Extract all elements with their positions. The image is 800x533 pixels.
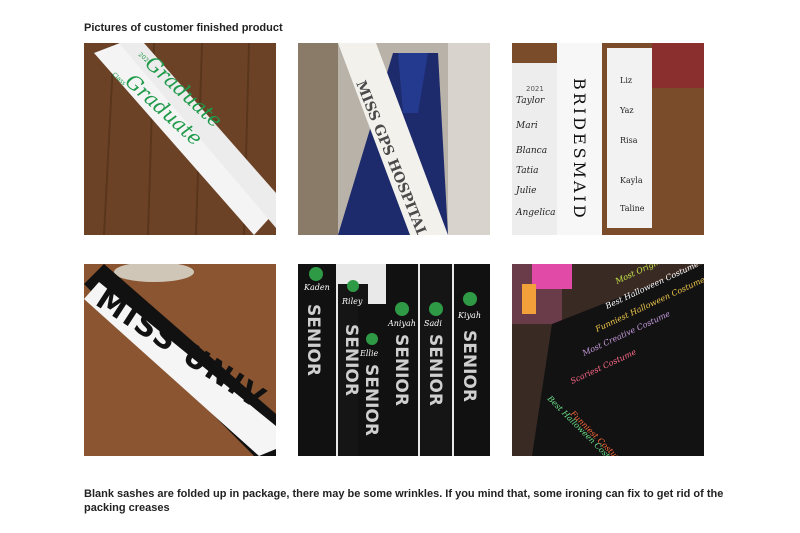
bridesmaid-name-2: Mari [515, 121, 538, 131]
bridesmaid-name-5: Julie [514, 186, 537, 196]
senior-name-4: Aniyah [387, 319, 416, 328]
senior-text-2: SENIOR [341, 324, 361, 396]
bridesmaid-name-4: Tatia [516, 166, 539, 176]
senior-text-3: SENIOR [361, 364, 381, 436]
bridesmaid-side-name-5: Taline [620, 204, 645, 213]
miss-universe-sash-image: MISS UNIV [84, 264, 276, 456]
senior-text-6: SENIOR [459, 330, 479, 402]
senior-name-5: Sadi [424, 319, 442, 328]
bridesmaid-side-name-4: Kayla [620, 176, 643, 185]
section-heading: Pictures of customer finished product [84, 22, 283, 34]
halloween-costume-sashes-photo: Most Original Costume Best Halloween Cos… [512, 264, 704, 456]
bridesmaid-name-6: Angelica [515, 208, 556, 218]
bridesmaid-side-name-1: Liz [620, 76, 632, 85]
senior-name-1: Kaden [303, 283, 330, 292]
miss-universe-sash-photo: MISS UNIV [84, 264, 276, 456]
bridesmaid-name-3: Blanca [515, 146, 547, 156]
bridesmaid-side-name-3: Risa [620, 136, 638, 145]
bridesmaid-sashes-image: Taylor Mari Blanca Tatia Julie Angelica … [512, 43, 704, 235]
senior-text-4: SENIOR [391, 334, 411, 406]
bridesmaid-sashes-photo: Taylor Mari Blanca Tatia Julie Angelica … [512, 43, 704, 235]
packaging-note: Blank sashes are folded up in package, t… [84, 488, 724, 514]
miss-sash-gown-image: MISS GPS HOSPITALITY [298, 43, 490, 235]
bridesmaid-side-name-2: Yaz [619, 106, 634, 115]
halloween-costume-sashes-image: Most Original Costume Best Halloween Cos… [512, 264, 704, 456]
bridesmaid-name-1: Taylor [516, 96, 545, 106]
graduate-sashes-image: Graduate Graduate Class 2021 [84, 43, 276, 235]
senior-name-6: Kiyah [457, 311, 481, 320]
bridesmaid-vertical-text: BRIDESMAID [570, 78, 589, 221]
senior-text-1: SENIOR [303, 304, 323, 376]
senior-sashes-photo: Kaden Riley Ellie Aniyah Sadi Kiyah SENI… [298, 264, 490, 456]
bridesmaid-year: 2021 [526, 85, 544, 93]
senior-name-2: Riley [341, 297, 363, 306]
senior-text-5: SENIOR [425, 334, 445, 406]
graduate-sashes-photo: Graduate Graduate Class 2021 [84, 43, 276, 235]
miss-sash-gown-photo: MISS GPS HOSPITALITY [298, 43, 490, 235]
senior-sashes-image: Kaden Riley Ellie Aniyah Sadi Kiyah SENI… [298, 264, 490, 456]
